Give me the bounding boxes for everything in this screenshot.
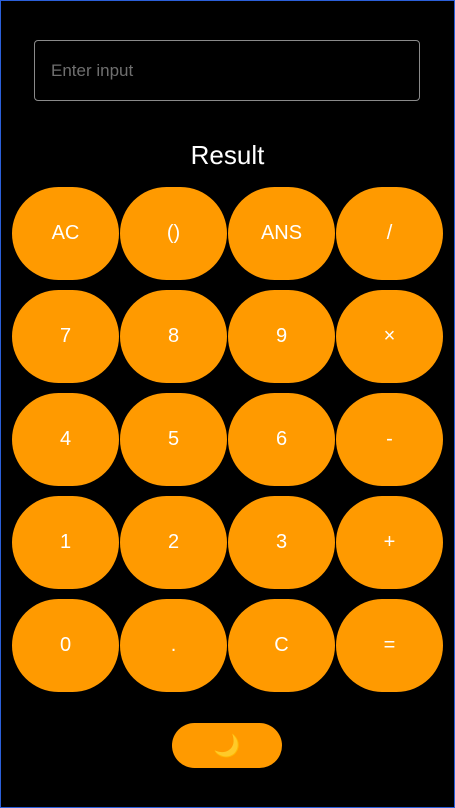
digit-3-button[interactable]: 3 <box>228 496 335 589</box>
digit-6-button[interactable]: 6 <box>228 393 335 486</box>
digit-7-button[interactable]: 7 <box>12 290 119 383</box>
answer-button[interactable]: ANS <box>228 187 335 280</box>
digit-2-button[interactable]: 2 <box>120 496 227 589</box>
expression-input[interactable] <box>34 40 420 101</box>
theme-toggle-button[interactable]: 🌙 <box>172 723 282 768</box>
divide-button[interactable]: / <box>336 187 443 280</box>
add-button[interactable]: + <box>336 496 443 589</box>
clear-button[interactable]: C <box>228 599 335 692</box>
equals-button[interactable]: = <box>336 599 443 692</box>
subtract-button[interactable]: - <box>336 393 443 486</box>
all-clear-button[interactable]: AC <box>12 187 119 280</box>
multiply-button[interactable]: × <box>336 290 443 383</box>
decimal-point-button[interactable]: . <box>120 599 227 692</box>
digit-8-button[interactable]: 8 <box>120 290 227 383</box>
digit-9-button[interactable]: 9 <box>228 290 335 383</box>
digit-4-button[interactable]: 4 <box>12 393 119 486</box>
moon-icon: 🌙 <box>213 732 241 758</box>
digit-1-button[interactable]: 1 <box>12 496 119 589</box>
digit-0-button[interactable]: 0 <box>12 599 119 692</box>
result-display: Result <box>190 140 265 170</box>
keypad: AC () ANS / 7 8 9 × 4 5 6 - 1 2 3 + 0 . … <box>12 187 443 692</box>
parentheses-button[interactable]: () <box>120 187 227 280</box>
digit-5-button[interactable]: 5 <box>120 393 227 486</box>
